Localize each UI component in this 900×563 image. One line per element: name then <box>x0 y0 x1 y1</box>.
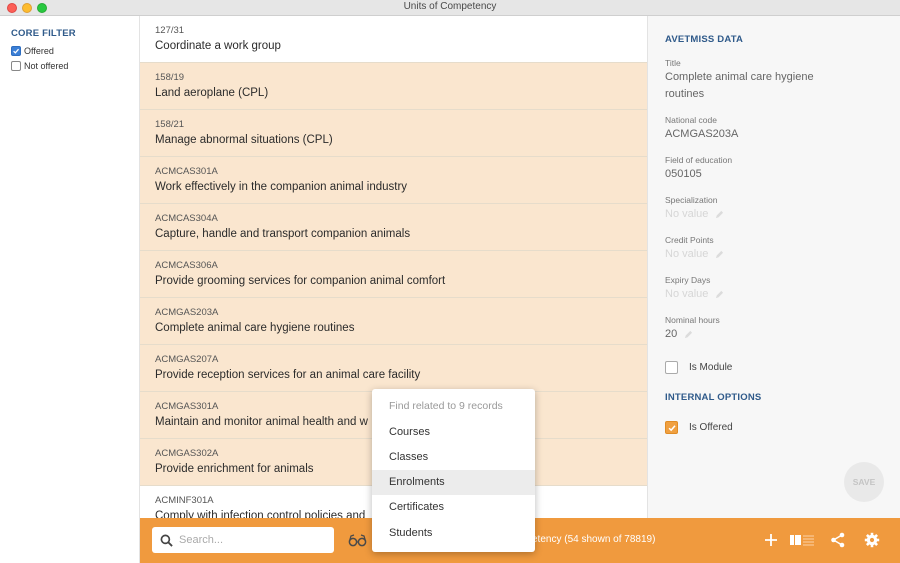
nominal-hours-label: Nominal hours <box>665 315 720 325</box>
unit-code: ACMCAS304A <box>155 213 218 224</box>
menu-item-enrolments[interactable]: Enrolments <box>372 470 535 495</box>
search-icon <box>160 534 173 547</box>
window-titlebar: Units of Competency <box>0 0 900 16</box>
filter-not-offered-checkbox[interactable] <box>11 61 21 71</box>
menu-item-certificates[interactable]: Certificates <box>372 495 535 520</box>
detail-panel: AVETMISS DATA Title Complete animal care… <box>647 16 900 518</box>
is-module-label: Is Module <box>689 362 733 373</box>
list-item[interactable]: ACMGAS203A Complete animal care hygiene … <box>140 298 647 345</box>
search-box[interactable] <box>152 527 334 553</box>
unit-code: ACMCAS306A <box>155 260 218 271</box>
check-icon <box>668 424 676 431</box>
list-item[interactable]: 158/21 Manage abnormal situations (CPL) <box>140 110 647 157</box>
filter-not-offered[interactable]: Not offered <box>11 61 68 71</box>
field-of-education-value[interactable]: 050105 <box>665 166 702 183</box>
list-item[interactable]: ACMCAS304A Capture, handle and transport… <box>140 204 647 251</box>
list-item[interactable]: ACMGAS207A Provide reception services fo… <box>140 345 647 392</box>
filter-not-offered-label: Not offered <box>24 61 69 71</box>
unit-name: Manage abnormal situations (CPL) <box>155 134 333 146</box>
title-value[interactable]: Complete animal care hygiene routines <box>665 69 855 103</box>
specialization-label: Specialization <box>665 195 718 205</box>
view-toggle-icon[interactable] <box>788 531 816 549</box>
filter-offered-checkbox[interactable] <box>11 46 21 56</box>
is-offered-checkbox[interactable] <box>665 421 678 434</box>
nominal-hours-field[interactable]: 20 <box>665 326 693 343</box>
unit-code: ACMINF301A <box>155 495 214 506</box>
unit-code: 158/19 <box>155 72 185 83</box>
search-input[interactable] <box>179 534 319 546</box>
unit-code: ACMGAS203A <box>155 307 219 318</box>
settings-icon[interactable] <box>863 531 881 549</box>
nominal-hours-value: 20 <box>665 328 678 340</box>
unit-name: Complete animal care hygiene routines <box>155 322 355 334</box>
avetmiss-heading: AVETMISS DATA <box>665 34 744 45</box>
credit-points-value: No value <box>665 248 709 260</box>
pencil-icon <box>685 330 693 338</box>
unit-code: ACMGAS207A <box>155 354 219 365</box>
list-item[interactable]: ACMCAS301A Work effectively in the compa… <box>140 157 647 204</box>
specialization-field[interactable]: No value <box>665 206 724 223</box>
unit-name: Provide reception services for an animal… <box>155 369 421 381</box>
unit-code: ACMGAS302A <box>155 448 219 459</box>
expiry-days-field[interactable]: No value <box>665 286 724 303</box>
pencil-icon <box>716 210 724 218</box>
add-icon[interactable] <box>762 531 780 549</box>
unit-name: Provide enrichment for animals <box>155 463 314 475</box>
find-related-header: Find related to 9 records <box>389 400 503 412</box>
share-icon[interactable] <box>829 531 847 549</box>
menu-item-classes[interactable]: Classes <box>372 445 535 470</box>
pencil-icon <box>716 250 724 258</box>
is-module-toggle[interactable]: Is Module <box>665 361 732 374</box>
filter-offered[interactable]: Offered <box>11 46 54 56</box>
unit-name: Maintain and monitor animal health and w <box>155 416 368 428</box>
unit-name: Coordinate a work group <box>155 40 281 52</box>
menu-item-students[interactable]: Students <box>372 521 535 546</box>
core-filter-title: CORE FILTER <box>11 28 76 39</box>
title-label: Title <box>665 58 681 68</box>
record-count-status: etency (54 shown of 78819) <box>532 534 656 545</box>
unit-code: ACMCAS301A <box>155 166 218 177</box>
list-item[interactable]: ACMCAS306A Provide grooming services for… <box>140 251 647 298</box>
is-offered-toggle[interactable]: Is Offered <box>665 421 733 434</box>
unit-name: Land aeroplane (CPL) <box>155 87 269 99</box>
expiry-days-value: No value <box>665 288 709 300</box>
unit-code: 158/21 <box>155 119 185 130</box>
find-related-menu: Find related to 9 records Courses Classe… <box>372 389 535 552</box>
expiry-days-label: Expiry Days <box>665 275 711 285</box>
unit-name: Provide grooming services for companion … <box>155 275 446 287</box>
unit-code: 127/31 <box>155 25 185 36</box>
menu-item-courses[interactable]: Courses <box>372 420 535 445</box>
check-icon <box>13 48 20 54</box>
credit-points-field[interactable]: No value <box>665 246 724 263</box>
unit-code: ACMGAS301A <box>155 401 219 412</box>
list-item[interactable]: 127/31 Coordinate a work group <box>140 16 647 63</box>
national-code-value[interactable]: ACMGAS203A <box>665 126 738 143</box>
window-title: Units of Competency <box>403 1 497 12</box>
is-offered-label: Is Offered <box>689 422 733 433</box>
glasses-icon[interactable] <box>348 532 368 548</box>
unit-name: Capture, handle and transport companion … <box>155 228 411 240</box>
field-of-education-label: Field of education <box>665 155 733 165</box>
credit-points-label: Credit Points <box>665 235 714 245</box>
unit-name: Work effectively in the companion animal… <box>155 181 408 193</box>
internal-options-heading: INTERNAL OPTIONS <box>665 392 762 403</box>
unit-name: Comply with infection control policies a… <box>155 510 366 518</box>
national-code-label: National code <box>665 115 717 125</box>
is-module-checkbox[interactable] <box>665 361 678 374</box>
save-button[interactable]: SAVE <box>844 462 884 502</box>
filter-offered-label: Offered <box>24 46 54 56</box>
filter-sidebar: CORE FILTER Offered Not offered <box>0 16 140 563</box>
pencil-icon <box>716 290 724 298</box>
specialization-value: No value <box>665 208 709 220</box>
list-item[interactable]: 158/19 Land aeroplane (CPL) <box>140 63 647 110</box>
